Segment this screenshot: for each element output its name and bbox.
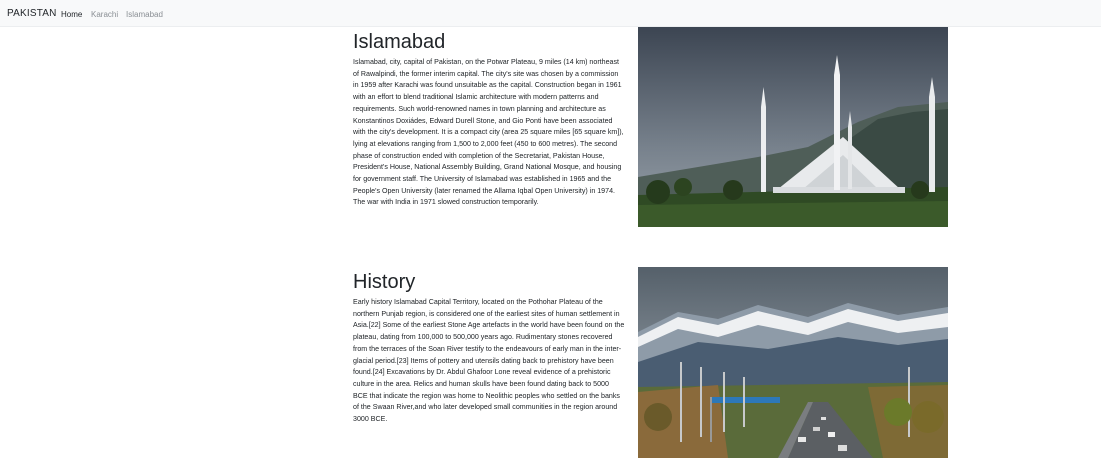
nav-link-islamabad[interactable]: Islamabad xyxy=(126,10,163,19)
nav-link-home[interactable]: Home xyxy=(61,10,82,19)
section-title: Islamabad xyxy=(353,31,446,53)
section-title: History xyxy=(353,271,416,293)
faisal-mosque-photo xyxy=(638,27,948,227)
section-text: Early history Islamabad Capital Territor… xyxy=(353,298,625,424)
navbar-brand[interactable]: PAKISTAN xyxy=(7,8,57,19)
section-islamabad: Islamabad Islamabad, city, capital of Pa… xyxy=(353,27,948,240)
section-text: Islamabad, city, capital of Pakistan, on… xyxy=(353,58,624,207)
navbar: PAKISTAN Home Karachi Islamabad xyxy=(0,0,1101,27)
highway-mountains-photo xyxy=(638,267,948,458)
section-history: History Early history Islamabad Capital … xyxy=(353,267,948,458)
nav-link-karachi[interactable]: Karachi xyxy=(91,10,118,19)
